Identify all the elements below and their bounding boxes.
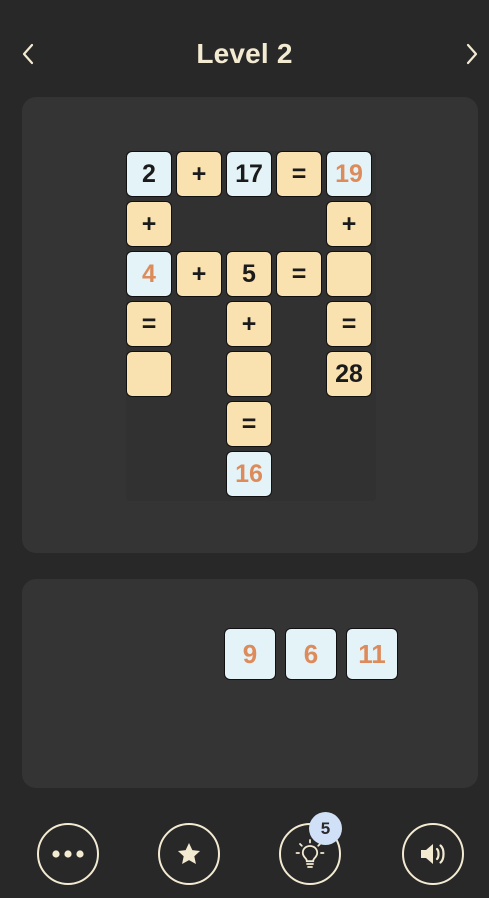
operator-cell: =	[326, 301, 372, 347]
number-tile[interactable]: 11	[346, 628, 398, 680]
next-level-button[interactable]	[458, 34, 486, 74]
hint-count-badge: 5	[309, 812, 342, 845]
number-cell: 17	[226, 151, 272, 197]
sound-button[interactable]	[402, 823, 464, 885]
number-tray: 9 6 11	[22, 579, 478, 788]
empty-slot-cell[interactable]	[326, 251, 372, 297]
star-button[interactable]	[158, 823, 220, 885]
operator-cell: +	[126, 201, 172, 247]
puzzle-board: 2 +17 = 19 + +4 +5 = = + = 28 = 16	[22, 97, 478, 553]
number-tile[interactable]: 6	[285, 628, 337, 680]
operator-cell: =	[276, 151, 322, 197]
board-grid: 2 +17 = 19 + +4 +5 = = + = 28 = 16	[126, 151, 376, 501]
operator-cell: +	[226, 301, 272, 347]
empty-slot-cell[interactable]	[226, 351, 272, 397]
chevron-right-icon	[466, 43, 478, 65]
number-cell[interactable]: 4	[126, 251, 172, 297]
star-icon	[177, 842, 201, 864]
game-screen: Level 2 2 +17 = 19 + +4 +5 = = + = 28 = 16 9 6 11	[0, 0, 489, 898]
operator-cell: =	[226, 401, 272, 447]
operator-cell: +	[176, 151, 222, 197]
number-cell[interactable]: 19	[326, 151, 372, 197]
speaker-icon	[421, 844, 445, 864]
more-button[interactable]	[37, 823, 99, 885]
operator-cell: +	[326, 201, 372, 247]
level-title: Level 2	[196, 38, 293, 69]
number-tile[interactable]: 9	[224, 628, 276, 680]
number-cell: 5	[226, 251, 272, 297]
header: Level 2	[0, 26, 489, 82]
number-cell: 2	[126, 151, 172, 197]
operator-cell: +	[176, 251, 222, 297]
number-cell: 28	[326, 351, 372, 397]
operator-cell: =	[276, 251, 322, 297]
number-cell[interactable]: 16	[226, 451, 272, 497]
empty-slot-cell[interactable]	[126, 351, 172, 397]
operator-cell: =	[126, 301, 172, 347]
ellipsis-icon	[52, 850, 84, 858]
